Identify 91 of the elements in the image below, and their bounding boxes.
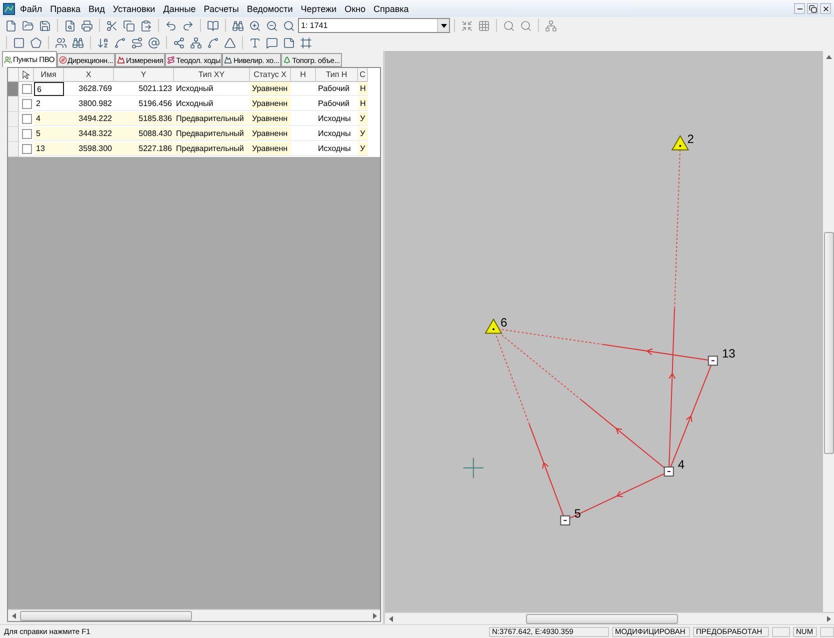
table-cell: Уравненн (250, 112, 291, 126)
menu-item[interactable]: Окно (342, 4, 368, 14)
control-point-marker[interactable] (484, 318, 502, 334)
restore-icon (808, 4, 816, 12)
at-sign-icon[interactable] (146, 34, 162, 50)
point-label: 6 (500, 315, 508, 330)
table-cell: 5021.123 (114, 82, 174, 96)
menu-item[interactable]: Правка (47, 4, 84, 14)
table-cell: У (358, 142, 368, 156)
row-header[interactable] (8, 82, 19, 97)
table-cell: Предварительный (174, 127, 250, 141)
table-cell: 5088.430 (114, 127, 174, 141)
control-point-marker[interactable] (671, 134, 690, 150)
column-header[interactable]: Тип H (316, 68, 358, 82)
column-header[interactable]: Тип XY (174, 68, 250, 82)
status-panel (772, 626, 790, 636)
table-cell: 6 (34, 82, 64, 96)
table-cell: 5185.836 (114, 112, 174, 126)
table-cell: Уравненн (250, 142, 291, 156)
table-cell: 2 (34, 97, 64, 111)
table-cell: Исходный (174, 82, 250, 96)
menu-item[interactable]: Справка (370, 4, 412, 14)
close-icon (822, 4, 830, 12)
table-cell: Уравненн (250, 97, 291, 111)
table-cell: 3800.982 (64, 97, 114, 111)
printer-icon[interactable] (79, 18, 95, 34)
horizontal-scrollbar[interactable] (385, 612, 834, 624)
crosshair-icon (463, 458, 484, 478)
table-cell: 3494.222 (64, 112, 114, 126)
table-cell: 5196.456 (114, 97, 174, 111)
table-cell: 3628.769 (64, 82, 114, 96)
table-cell: Рабочий (316, 97, 358, 111)
column-header[interactable]: Имя (34, 68, 64, 82)
table-cell: У (358, 127, 368, 141)
table-cell: Исходный (174, 97, 250, 111)
point-label: 13 (722, 346, 736, 361)
checkbox[interactable] (22, 99, 32, 109)
station-marker[interactable] (708, 356, 718, 366)
table-cell: 4 (34, 112, 64, 126)
table-cell: 5 (34, 127, 64, 141)
table-cell: Уравненн (250, 82, 291, 96)
table-cell: У (358, 112, 368, 126)
compass-icon (58, 56, 67, 64)
table-cell: Рабочий (316, 82, 358, 96)
close-button[interactable] (820, 3, 831, 14)
frame-icon[interactable] (298, 34, 314, 50)
app-icon (3, 2, 15, 14)
status-panel (820, 626, 834, 636)
menu-item[interactable]: Установки (110, 4, 158, 14)
minimize-button[interactable] (794, 3, 805, 14)
network-icon[interactable] (188, 34, 204, 50)
table-cell: 13 (34, 142, 64, 156)
station-marker[interactable] (560, 515, 570, 526)
network-icon[interactable] (543, 18, 559, 34)
route-icon[interactable] (129, 34, 145, 50)
checkbox[interactable] (22, 144, 32, 154)
copy-icon[interactable] (121, 18, 137, 34)
checkbox[interactable] (22, 114, 32, 124)
column-header[interactable]: Y (114, 68, 174, 82)
table-cell: Предварительный (174, 112, 250, 126)
menu-item[interactable]: Чертежи (298, 4, 340, 14)
column-header[interactable]: H (291, 68, 316, 82)
polygon-icon[interactable] (28, 34, 44, 50)
point-label: 4 (678, 458, 685, 472)
table-cell: 3598.300 (64, 142, 114, 156)
checkbox[interactable] (22, 129, 32, 139)
header-cell (8, 68, 19, 82)
scale-combo[interactable]: 1: 1741 (298, 18, 450, 33)
point-label: 2 (687, 132, 694, 146)
nodes-icon[interactable] (171, 34, 187, 50)
table-cell: 3448.322 (64, 127, 114, 141)
column-header[interactable]: X (64, 68, 114, 82)
menu-item[interactable]: Расчеты (200, 4, 242, 14)
horizontal-scrollbar[interactable] (8, 609, 380, 621)
menu-item[interactable]: Вид (86, 4, 108, 14)
users-icon (4, 56, 12, 64)
column-header[interactable]: Статус X (250, 68, 291, 82)
station-marker[interactable] (664, 466, 674, 477)
table-cell: 5227.186 (114, 142, 174, 156)
menu-item[interactable]: Данные (160, 4, 199, 14)
checkbox[interactable] (22, 84, 32, 94)
restore-button[interactable] (807, 3, 818, 14)
route-icon (167, 56, 176, 64)
column-header[interactable]: С (358, 68, 368, 82)
menu-item[interactable]: Файл (17, 4, 46, 14)
tree-icon (283, 56, 292, 64)
table-cell: Уравненн (250, 127, 291, 141)
table-cell: Н (358, 82, 368, 96)
table-cell: Н (358, 97, 368, 111)
menu-item[interactable]: Ведомости (244, 4, 296, 14)
table-cell: Предварительный (174, 142, 250, 156)
